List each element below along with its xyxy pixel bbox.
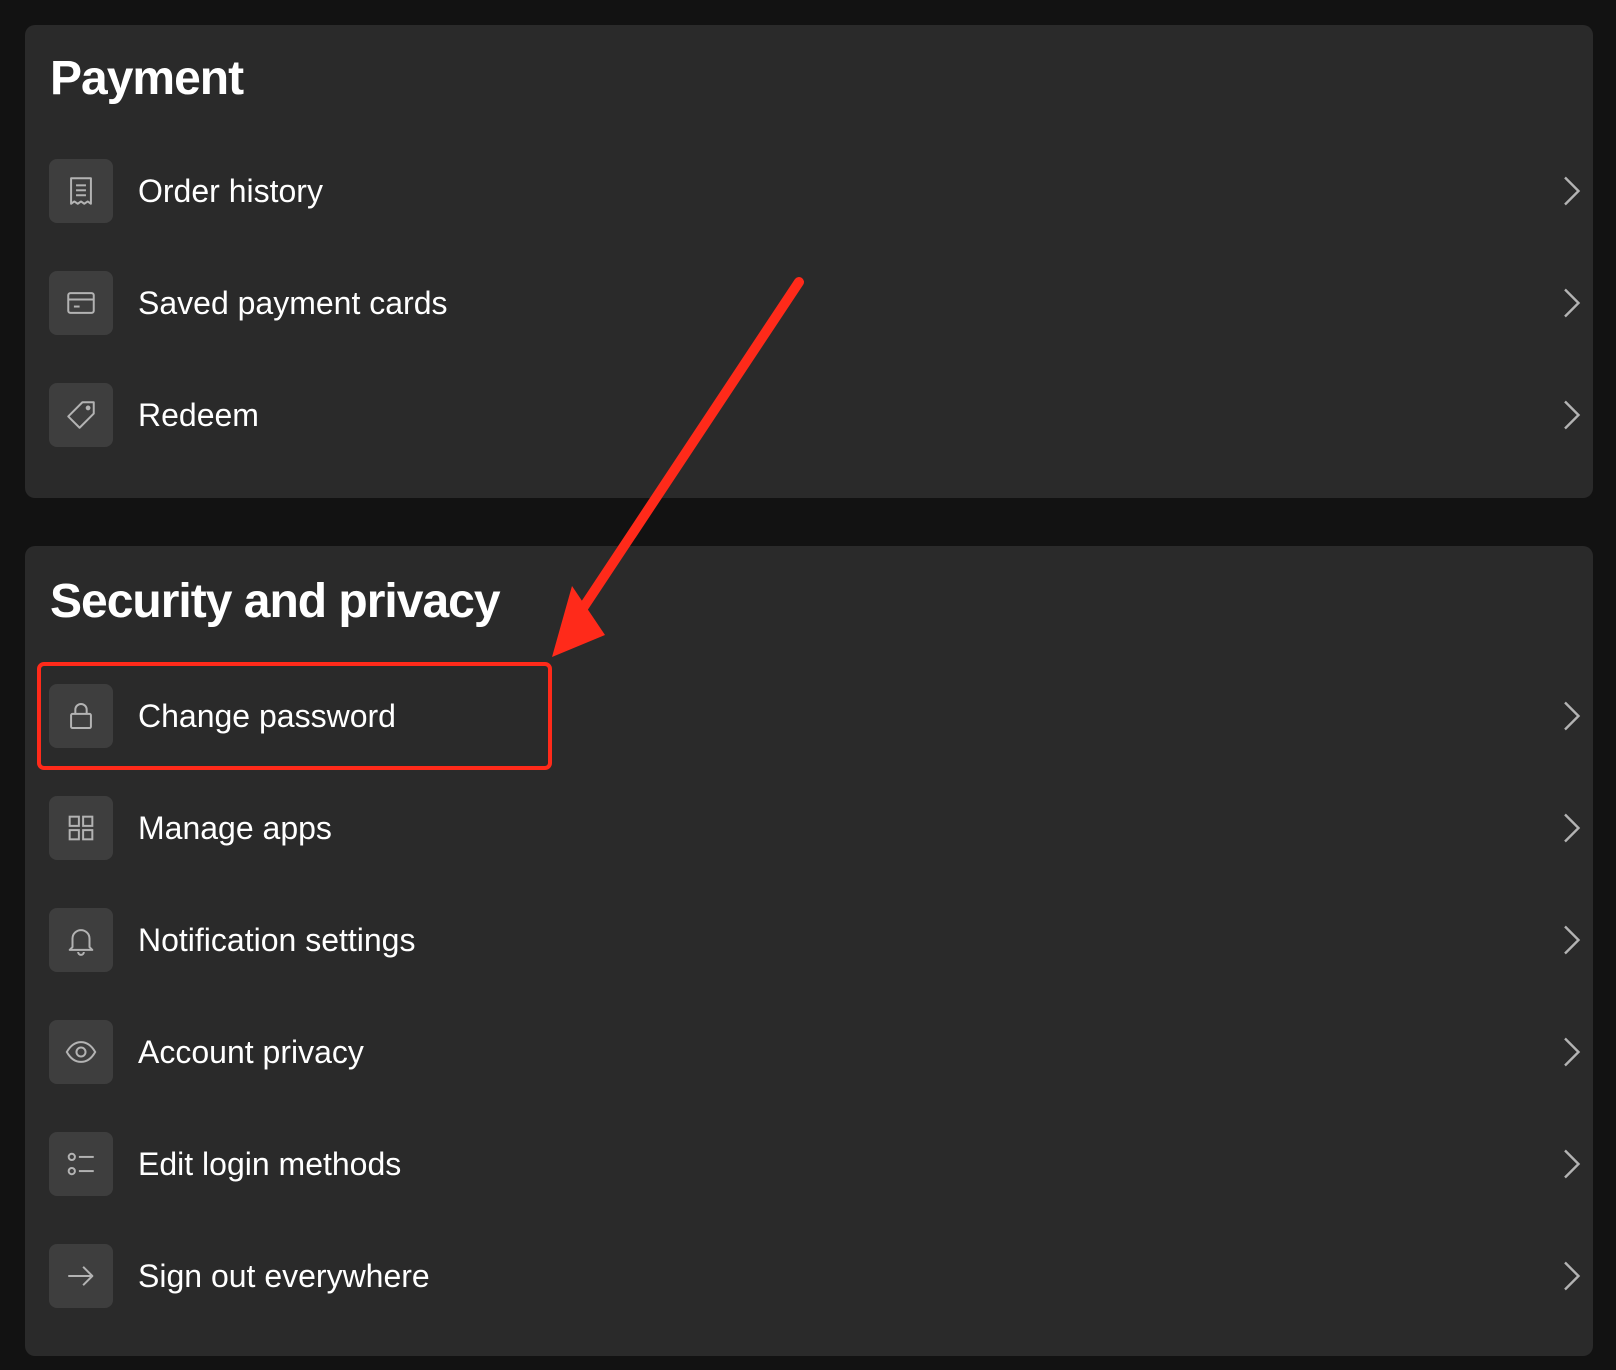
chevron-right-icon [1564,813,1581,843]
payment-section-title: Payment [50,52,244,105]
order-history-label: Order history [138,172,323,209]
bell-icon [49,908,113,972]
list-icon [49,1132,113,1196]
manage-apps-row[interactable]: Manage apps [49,796,1589,860]
chevron-right-icon [1564,1037,1581,1067]
eye-icon [49,1020,113,1084]
manage-apps-label: Manage apps [138,809,332,846]
notification-settings-row[interactable]: Notification settings [49,908,1589,972]
change-password-row[interactable]: Change password [49,684,1589,748]
security-section-title: Security and privacy [50,575,501,628]
saved-payment-cards-label: Saved payment cards [138,284,448,321]
arrow-right-icon [49,1244,113,1308]
chevron-right-icon [1564,925,1581,955]
account-privacy-label: Account privacy [138,1033,364,1070]
sign-out-everywhere-label: Sign out everywhere [138,1257,430,1294]
settings-page: Payment Order history Saved payment card… [0,0,1616,1370]
chevron-right-icon [1564,288,1581,318]
order-history-row[interactable]: Order history [49,159,1589,223]
security-privacy-section: Security and privacy Change password Man… [25,546,1593,1356]
payment-section: Payment Order history Saved payment card… [25,25,1593,498]
lock-icon [49,684,113,748]
saved-payment-cards-row[interactable]: Saved payment cards [49,271,1589,335]
receipt-icon [49,159,113,223]
account-privacy-row[interactable]: Account privacy [49,1020,1589,1084]
redeem-label: Redeem [138,396,259,433]
redeem-row[interactable]: Redeem [49,383,1589,447]
sign-out-everywhere-row[interactable]: Sign out everywhere [49,1244,1589,1308]
chevron-right-icon [1564,176,1581,206]
notification-settings-label: Notification settings [138,921,416,958]
edit-login-methods-row[interactable]: Edit login methods [49,1132,1589,1196]
edit-login-methods-label: Edit login methods [138,1145,402,1182]
chevron-right-icon [1564,1149,1581,1179]
chevron-right-icon [1564,400,1581,430]
change-password-label: Change password [138,697,396,734]
chevron-right-icon [1564,701,1581,731]
chevron-right-icon [1564,1261,1581,1291]
tag-icon [49,383,113,447]
grid-icon [49,796,113,860]
credit-card-icon [49,271,113,335]
